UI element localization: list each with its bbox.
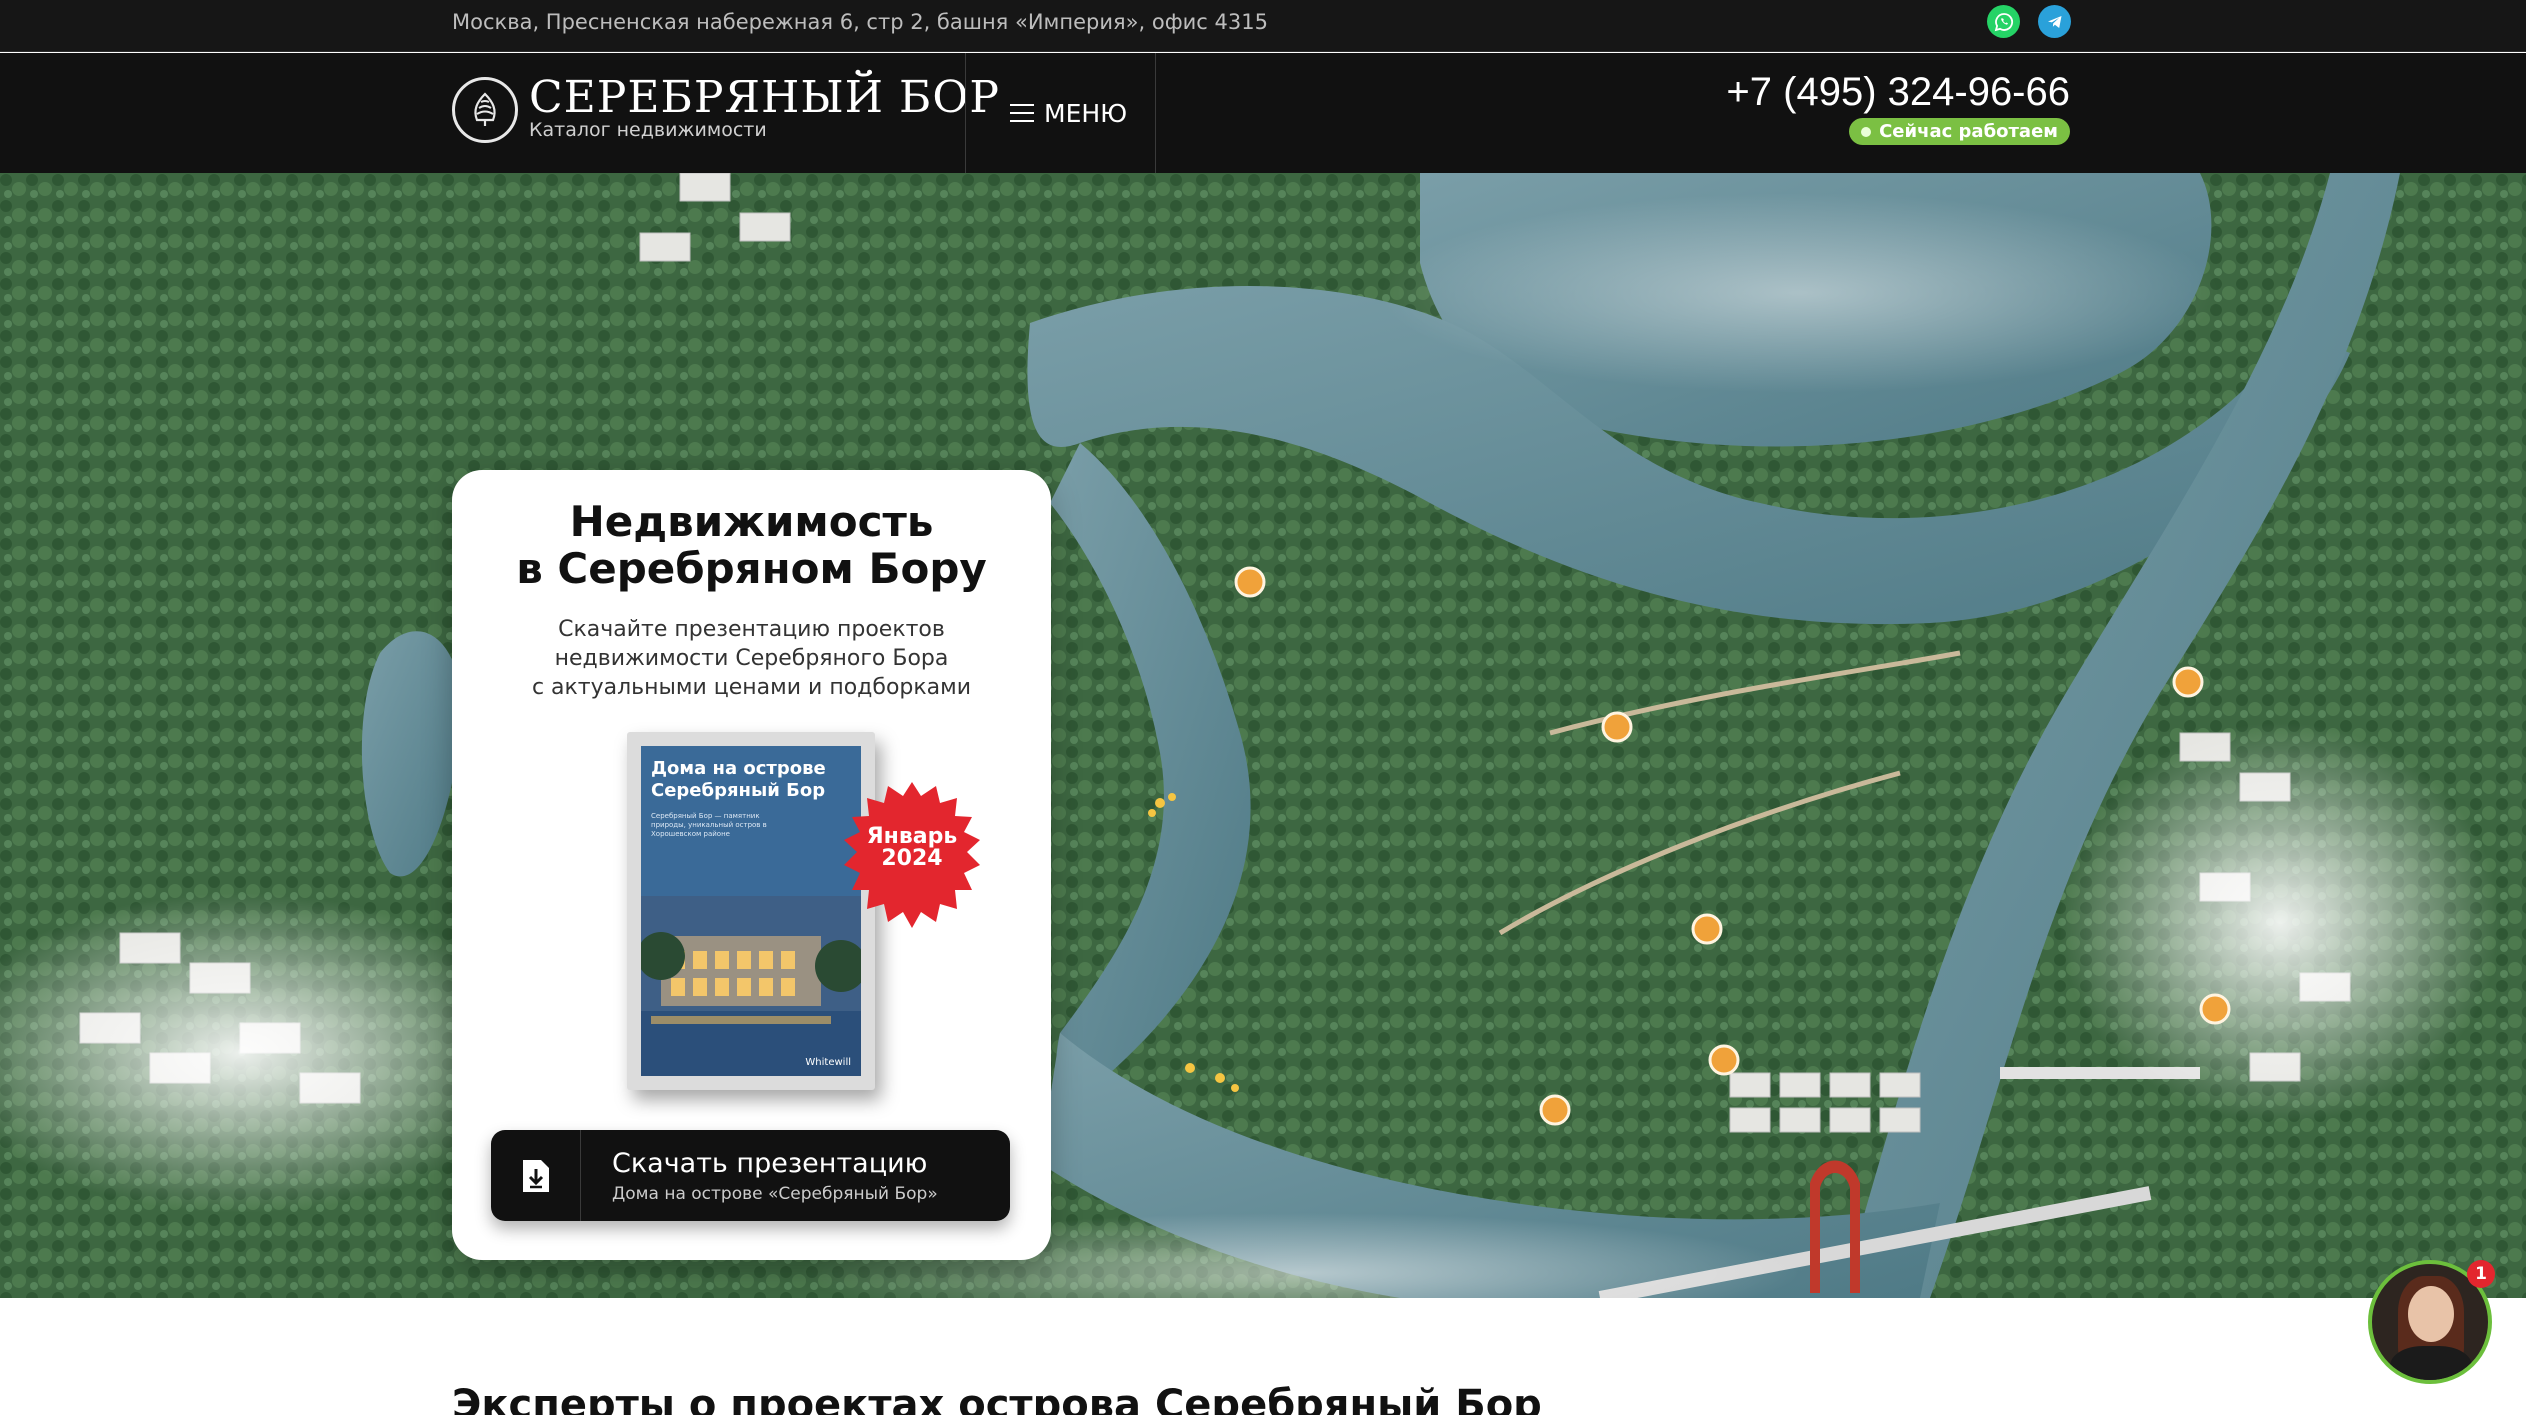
menu-button[interactable]: МЕНЮ [1010,93,1127,133]
hero-section: Недвижимость в Серебряном Бору Скачайте … [0,173,2526,1298]
brochure-title: Дома на острове Серебряный Бор [651,758,826,801]
top-bar: Москва, Пресненская набережная 6, стр 2,… [0,0,2526,52]
brochure-brand: Whitewill [805,1057,851,1068]
office-address: Москва, Пресненская набережная 6, стр 2,… [452,10,1268,34]
card-description-line: с актуальными ценами и подборками [531,675,972,700]
card-title-line: Недвижимость [569,497,934,546]
brochure-text: Серебряный Бор — памятник природы, уника… [651,812,767,838]
status-dot-icon [1861,127,1872,137]
brochure-cover: Дома на острове Серебряный Бор Серебряны… [641,746,861,1076]
header-divider [965,53,966,173]
badge-month: Январь [866,824,958,849]
download-presentation-button[interactable]: Скачать презентацию Дома на острове «Сер… [491,1130,1010,1221]
brand-name[interactable]: СЕРЕБРЯНЫЙ БОР [529,73,1000,123]
pine-cone-logo-icon[interactable] [452,77,518,143]
hamburger-icon [1010,104,1034,122]
status-label: Сейчас работаем [1879,121,2058,142]
badge-year: 2024 [881,846,943,871]
download-icon-box [491,1130,581,1221]
telegram-icon[interactable] [2038,5,2071,38]
badge-text: Январь 2024 [837,826,987,870]
card-title-line: в Серебряном Бору [516,544,987,593]
menu-label: МЕНЮ [1044,98,1128,128]
download-file-icon [522,1159,549,1192]
chat-unread-badge: 1 [2467,1260,2495,1288]
phone-number[interactable]: +7 (495) 324-96-66 [1726,69,2070,115]
card-description-line: Скачайте презентацию проектов [558,617,945,642]
experts-section-title: Эксперты о проектах острова Серебряный Б… [452,1382,1542,1415]
download-sublabel: Дома на острове «Серебряный Бор» [612,1184,938,1204]
site-header: СЕРЕБРЯНЫЙ БОР Каталог недвижимости МЕНЮ… [0,53,2526,173]
avatar-body [2390,1346,2472,1380]
whatsapp-icon[interactable] [1987,5,2020,38]
download-label: Скачать презентацию [612,1148,928,1179]
presentation-card: Недвижимость в Серебряном Бору Скачайте … [452,470,1051,1260]
island-aerial-map-image [0,173,2526,1298]
date-badge: Январь 2024 [837,780,987,930]
avatar-face [2408,1286,2454,1342]
brochure-house-photo [641,896,861,1076]
card-description-line: недвижимости Серебряного Бора [554,646,949,671]
card-description: Скачайте презентацию проектов недвижимос… [492,615,1011,702]
header-divider [1155,53,1156,173]
card-title: Недвижимость в Серебряном Бору [452,498,1051,592]
status-badge: Сейчас работаем [1849,118,2070,145]
brand-subtitle: Каталог недвижимости [529,119,767,141]
